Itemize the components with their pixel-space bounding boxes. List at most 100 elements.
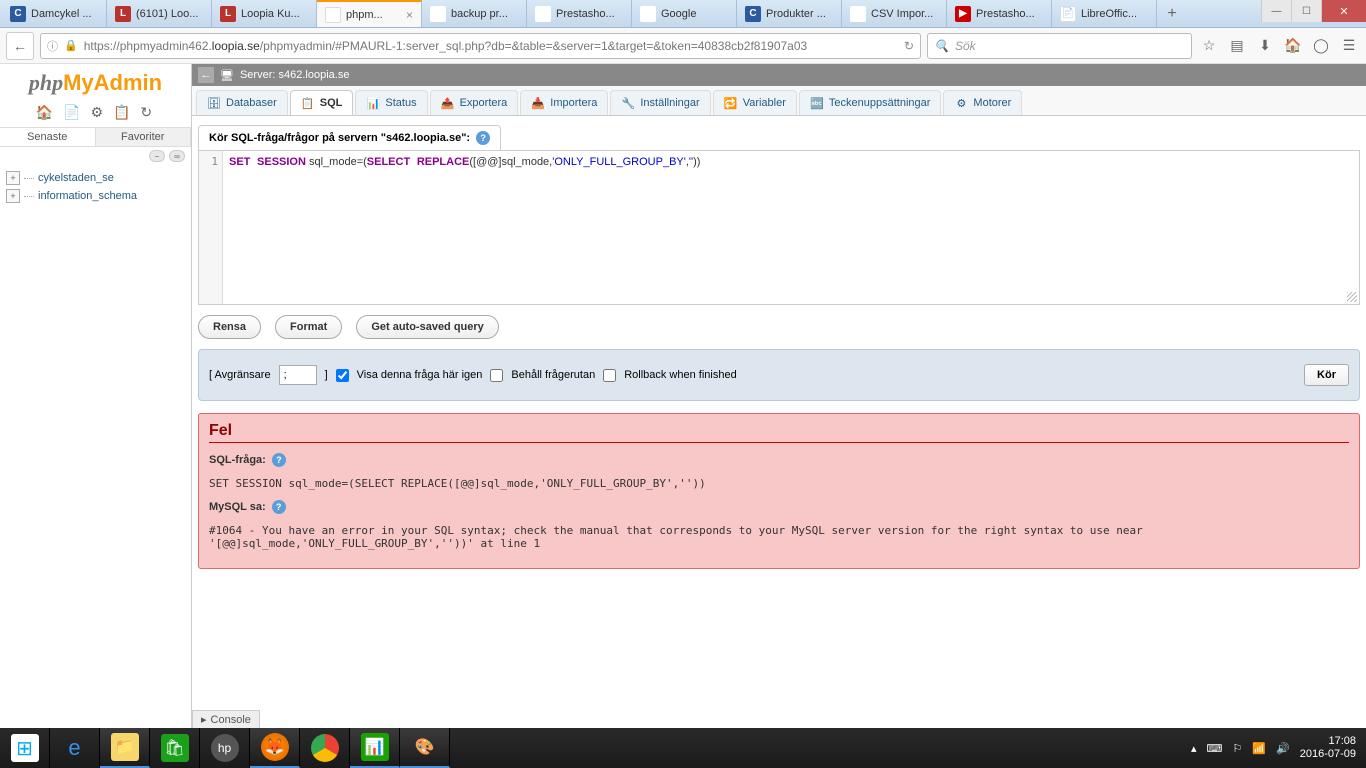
tray-clock[interactable]: 17:08 2016-07-09 bbox=[1300, 735, 1356, 761]
taskbar-libreoffice[interactable]: 📊 bbox=[350, 728, 400, 768]
server-icon: 🖥 bbox=[220, 69, 234, 82]
sync-icon[interactable]: ◯ bbox=[1310, 35, 1332, 57]
pma-tab-exportera[interactable]: 📤Exportera bbox=[430, 90, 519, 115]
tray-keyboard-icon[interactable]: ⌨ bbox=[1207, 742, 1223, 755]
address-bar: ← ⓘ 🔒 https://phpmyadmin462.loopia.se/ph… bbox=[0, 28, 1366, 64]
pma-tab-teckenuppsättningar[interactable]: 🔤Teckenuppsättningar bbox=[799, 90, 942, 115]
tray-network-icon[interactable]: 📶 bbox=[1252, 742, 1266, 755]
system-tray[interactable]: ▴ ⌨ ⚐ 📶 🔊 17:08 2016-07-09 bbox=[1181, 735, 1366, 761]
sidebar-tab-recent[interactable]: Senaste bbox=[0, 128, 96, 146]
taskbar-chrome[interactable] bbox=[300, 728, 350, 768]
format-button[interactable]: Format bbox=[275, 315, 342, 339]
keep-box-label: Behåll frågerutan bbox=[511, 369, 595, 381]
browser-tab[interactable]: CDamcykel ... bbox=[2, 0, 107, 27]
sql-panel-header: Kör SQL-fråga/frågor på servern "s462.lo… bbox=[198, 125, 501, 151]
nav-back-button[interactable]: ← bbox=[6, 32, 34, 60]
keep-box-checkbox[interactable] bbox=[490, 369, 503, 382]
delimiter-label: [ Avgränsare bbox=[209, 369, 271, 381]
new-tab-button[interactable]: + bbox=[1157, 0, 1187, 27]
menu-icon[interactable]: ☰ bbox=[1338, 35, 1360, 57]
taskbar-store[interactable]: 🛍 bbox=[150, 728, 200, 768]
start-button[interactable]: ⊞ bbox=[0, 728, 50, 768]
reload-icon[interactable]: ↻ bbox=[904, 39, 914, 53]
sql-editor[interactable]: 1 SET SESSION sql_mode=(SELECT REPLACE([… bbox=[198, 150, 1360, 305]
favicon: G bbox=[430, 6, 446, 22]
bookmark-star-icon[interactable]: ☆ bbox=[1198, 35, 1220, 57]
rollback-checkbox[interactable] bbox=[603, 369, 616, 382]
home-icon[interactable]: 🏠 bbox=[1282, 35, 1304, 57]
browser-tab[interactable]: 📄LibreOffic... bbox=[1052, 0, 1157, 27]
browser-tab[interactable]: ⚙Prestasho... bbox=[527, 0, 632, 27]
window-minimize[interactable]: — bbox=[1261, 0, 1291, 22]
window-maximize[interactable]: ☐ bbox=[1291, 0, 1321, 22]
browser-tab[interactable]: Gbackup pr... bbox=[422, 0, 527, 27]
run-button[interactable]: Kör bbox=[1304, 364, 1349, 386]
taskbar-paint[interactable]: 🎨 bbox=[400, 728, 450, 768]
clear-button[interactable]: Rensa bbox=[198, 315, 261, 339]
favicon: 📄 bbox=[1060, 6, 1076, 22]
url-input[interactable]: ⓘ 🔒 https://phpmyadmin462.loopia.se/phpm… bbox=[40, 33, 921, 59]
console-toggle[interactable]: ▸ Console bbox=[192, 710, 260, 728]
pma-tab-variabler[interactable]: 🔁Variabler bbox=[713, 90, 797, 115]
link-button[interactable]: ∞ bbox=[169, 150, 185, 162]
taskbar-ie[interactable]: e bbox=[50, 728, 100, 768]
browser-tab[interactable]: L Loopia Ku... bbox=[212, 0, 317, 27]
pma-tab-importera[interactable]: 📥Importera bbox=[520, 90, 608, 115]
show-again-checkbox[interactable] bbox=[336, 369, 349, 382]
sql-code[interactable]: SET SESSION sql_mode=(SELECT REPLACE([@@… bbox=[223, 151, 1359, 304]
help-icon[interactable]: ? bbox=[272, 500, 286, 514]
pma-tab-inställningar[interactable]: 🔧Inställningar bbox=[610, 90, 710, 115]
tab-label: SQL bbox=[320, 97, 343, 109]
tray-action-icon[interactable]: ⚐ bbox=[1232, 742, 1242, 755]
tab-label: (6101) Loo... bbox=[136, 8, 198, 20]
collapse-all-button[interactable]: − bbox=[149, 150, 165, 162]
reader-icon[interactable]: ▤ bbox=[1226, 35, 1248, 57]
tab-label: Damcykel ... bbox=[31, 8, 92, 20]
taskbar-explorer[interactable]: 📁 bbox=[100, 728, 150, 768]
favicon: ⚙ bbox=[325, 7, 341, 23]
tab-label: Loopia Ku... bbox=[241, 8, 300, 20]
browser-tab-strip: CDamcykel ... L (6101) Loo... L Loopia Ku...… bbox=[0, 0, 1366, 28]
breadcrumb-back-button[interactable]: ← bbox=[198, 67, 214, 83]
url-text: https://phpmyadmin462.loopia.se/phpmyadm… bbox=[84, 39, 898, 53]
sidebar-tab-favorites[interactable]: Favoriter bbox=[96, 128, 192, 146]
tab-label: Databaser bbox=[226, 97, 277, 109]
help-icon[interactable]: ? bbox=[476, 131, 490, 145]
tray-chevron-icon[interactable]: ▴ bbox=[1191, 742, 1197, 755]
sidebar-quick-icons[interactable]: 🏠 📄 ⚙ 📋 ↻ bbox=[0, 102, 191, 127]
delimiter-input[interactable] bbox=[279, 365, 317, 385]
pma-tab-sql[interactable]: 📋SQL bbox=[290, 90, 354, 115]
db-tree-item[interactable]: +cykelstaden_se bbox=[0, 169, 191, 187]
tree-expand-icon[interactable]: + bbox=[6, 189, 20, 203]
pma-tab-motorer[interactable]: ⚙Motorer bbox=[943, 90, 1022, 115]
taskbar-hp[interactable]: hp bbox=[200, 728, 250, 768]
downloads-icon[interactable]: ⬇ bbox=[1254, 35, 1276, 57]
tab-close-icon[interactable]: × bbox=[406, 8, 413, 22]
browser-tab[interactable]: ⚙CSV Impor... bbox=[842, 0, 947, 27]
browser-tab[interactable]: CProdukter ... bbox=[737, 0, 842, 27]
tray-volume-icon[interactable]: 🔊 bbox=[1276, 742, 1290, 755]
browser-tab[interactable]: ⚙phpm...× bbox=[317, 0, 422, 27]
tree-expand-icon[interactable]: + bbox=[6, 171, 20, 185]
browser-tab[interactable]: GGoogle bbox=[632, 0, 737, 27]
pma-tab-databaser[interactable]: 🗄Databaser bbox=[196, 90, 288, 115]
tab-icon: 📥 bbox=[531, 96, 545, 110]
tab-icon: 🔤 bbox=[810, 96, 824, 110]
tab-label: Exportera bbox=[460, 97, 508, 109]
search-input[interactable]: 🔍 Sök bbox=[927, 33, 1192, 59]
rollback-label: Rollback when finished bbox=[624, 369, 737, 381]
taskbar-firefox[interactable]: 🦊 bbox=[250, 728, 300, 768]
favicon: L bbox=[115, 6, 131, 22]
favicon: L bbox=[220, 6, 236, 22]
favicon: ⚙ bbox=[535, 6, 551, 22]
autosave-button[interactable]: Get auto-saved query bbox=[356, 315, 498, 339]
window-close[interactable] bbox=[1321, 0, 1366, 22]
pma-logo[interactable]: phpMyAdmin bbox=[0, 64, 191, 102]
site-info-icon[interactable]: ⓘ bbox=[47, 38, 58, 54]
browser-tab[interactable]: L (6101) Loo... bbox=[107, 0, 212, 27]
pma-tab-status[interactable]: 📊Status bbox=[355, 90, 427, 115]
browser-tab[interactable]: ▶Prestasho... bbox=[947, 0, 1052, 27]
db-tree-item[interactable]: +information_schema bbox=[0, 187, 191, 205]
help-icon[interactable]: ? bbox=[272, 453, 286, 467]
resize-handle[interactable] bbox=[1347, 292, 1357, 302]
